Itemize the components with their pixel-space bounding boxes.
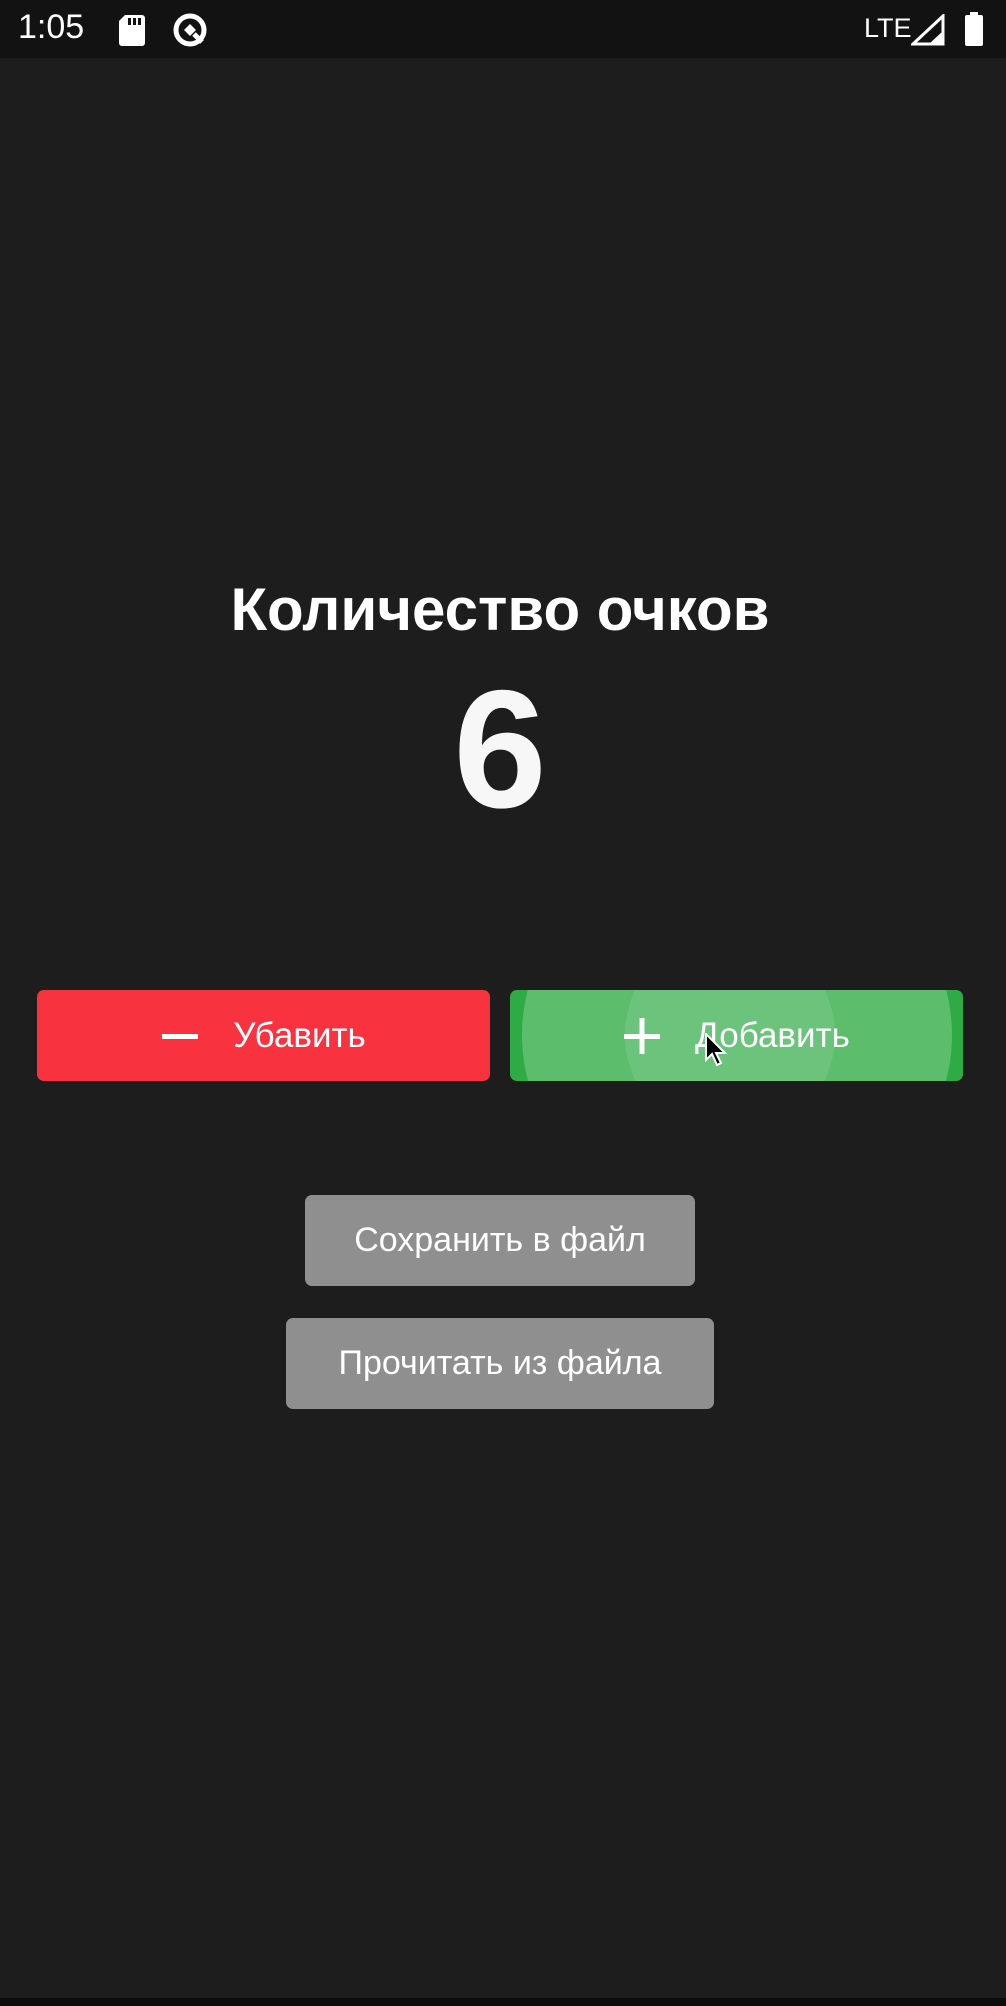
battery-icon [965,12,983,46]
network-type: LTE [864,13,912,43]
status-bar: 1:05 LTE [0,0,1006,58]
subtract-button-label: Убавить [233,1015,366,1055]
add-button[interactable]: Добавить [510,990,963,1081]
mouse-pointer-icon [705,1033,728,1067]
app-screen: 1:05 LTE Количество очков 6 Убавить Доба… [0,0,1006,2006]
subtract-button[interactable]: Убавить [37,990,490,1081]
minus-icon [162,1033,199,1039]
bottom-bar [0,1998,1006,2006]
signal-icon [911,14,945,46]
score-value: 6 [453,655,547,843]
status-time: 1:05 [18,8,85,46]
plus-icon [624,1017,661,1054]
score-title: Количество очков [230,576,770,643]
read-from-file-button[interactable]: Прочитать из файла [286,1318,714,1409]
save-to-file-button[interactable]: Сохранить в файл [305,1195,695,1286]
sd-card-icon [119,15,145,46]
sync-icon [173,13,207,47]
